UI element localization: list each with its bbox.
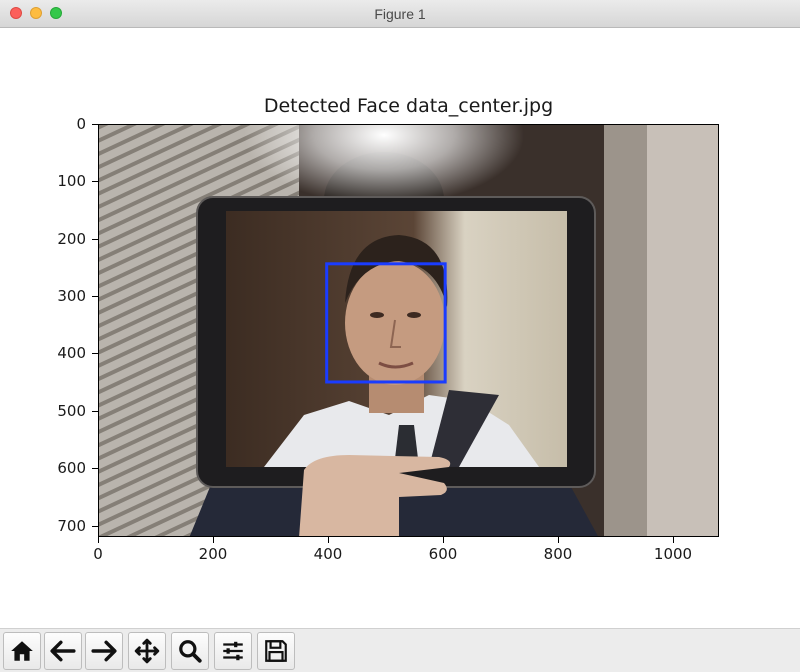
y-tick-label: 700 xyxy=(57,516,86,535)
sliders-icon xyxy=(223,641,243,661)
y-tick-label: 0 xyxy=(76,115,86,133)
plot-title: Detected Face data_center.jpg xyxy=(263,95,554,117)
y-tick-mark xyxy=(92,525,98,527)
move-icon xyxy=(134,638,160,664)
save-button[interactable] xyxy=(257,632,295,670)
home-icon xyxy=(11,641,33,661)
y-tick-mark xyxy=(92,410,98,412)
x-tick-label: 0 xyxy=(93,545,103,563)
y-tick-label: 300 xyxy=(57,287,86,306)
y-tick-mark xyxy=(92,353,98,355)
navigation-toolbar xyxy=(0,628,800,672)
x-tick-mark xyxy=(213,537,214,543)
y-tick-mark xyxy=(92,468,98,470)
x-tick-mark xyxy=(673,537,674,543)
forward-button[interactable] xyxy=(85,632,123,670)
y-tick-label: 500 xyxy=(57,401,86,420)
y-tick-label: 200 xyxy=(57,229,86,248)
x-tick-label: 400 xyxy=(313,545,343,563)
x-tick-label: 600 xyxy=(428,545,458,563)
y-tick-mark xyxy=(92,181,98,183)
displayed-photo xyxy=(99,125,718,536)
back-button[interactable] xyxy=(44,632,82,670)
configure-subplots-button[interactable] xyxy=(214,632,252,670)
x-tick-mark xyxy=(443,537,444,543)
arrow-right-icon xyxy=(91,640,117,662)
y-tick-label: 600 xyxy=(57,459,86,478)
window-title: Figure 1 xyxy=(374,6,426,22)
magnifier-icon xyxy=(179,640,202,663)
x-tick-label: 1000 xyxy=(653,545,693,563)
x-tick-mark xyxy=(98,537,99,543)
y-tick-mark xyxy=(92,296,98,298)
y-tick-mark xyxy=(92,124,98,125)
x-tick-mark xyxy=(558,537,559,543)
home-button[interactable] xyxy=(3,632,41,670)
y-tick-label: 400 xyxy=(57,344,86,363)
window-titlebar: Figure 1 xyxy=(0,0,800,28)
y-tick-mark xyxy=(92,238,98,240)
x-tick-label: 800 xyxy=(543,545,573,563)
figure-canvas[interactable]: Detected Face data_center.jpg xyxy=(0,28,800,628)
zoom-button[interactable] xyxy=(171,632,209,670)
y-tick-label: 100 xyxy=(57,172,86,191)
floppy-disk-icon xyxy=(265,640,287,662)
x-tick-mark xyxy=(328,537,329,543)
arrow-left-icon xyxy=(50,640,76,662)
pan-button[interactable] xyxy=(128,632,166,670)
x-tick-label: 200 xyxy=(198,545,228,563)
image-axes[interactable] xyxy=(98,124,719,537)
